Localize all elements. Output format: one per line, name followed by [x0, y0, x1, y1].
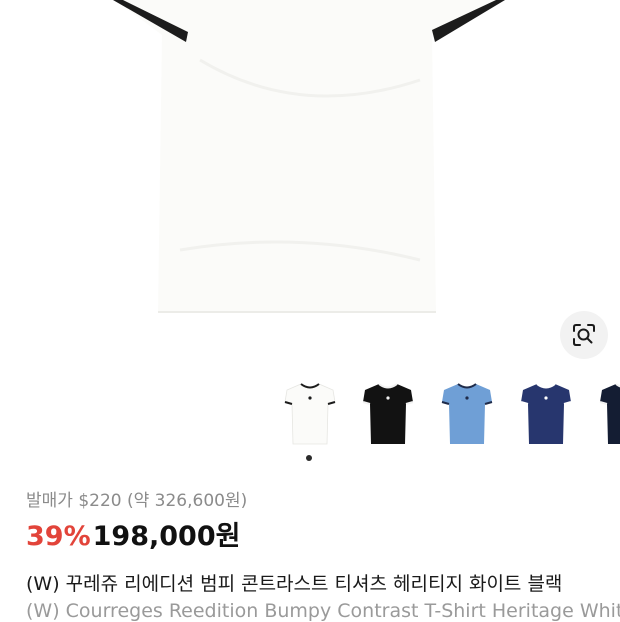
- visual-search-button[interactable]: [560, 311, 608, 359]
- thumbnail-black[interactable]: [358, 376, 418, 452]
- discount-rate: 39%: [26, 521, 91, 552]
- tshirt-image: [113, 0, 505, 313]
- thumbnail-white[interactable]: [280, 376, 340, 452]
- tshirt-thumbnail-icon: [284, 383, 336, 445]
- product-title-english: (W) Courreges Reedition Bumpy Contrast T…: [26, 600, 620, 622]
- price-row: 39%198,000원: [26, 514, 241, 552]
- thumbnail-light-blue[interactable]: [437, 376, 497, 452]
- product-hero-image[interactable]: [0, 0, 620, 365]
- tshirt-thumbnail-icon: [599, 383, 620, 444]
- thumbnail-navy[interactable]: [516, 376, 576, 452]
- tshirt-thumbnail-icon: [362, 383, 414, 444]
- tshirt-thumbnail-icon: [441, 383, 493, 444]
- carousel-indicator-active: [306, 455, 312, 461]
- thumbnail-strip: [0, 376, 620, 452]
- product-title-korean: (W) 꾸레쥬 리에디션 범피 콘트라스트 티셔츠 헤리티지 화이트 블랙: [26, 573, 563, 595]
- visual-search-icon: [573, 324, 595, 346]
- sale-price: 198,000원: [92, 521, 241, 552]
- retail-price: 발매가 $220 (약 326,600원): [26, 491, 248, 511]
- thumbnail-dark-navy[interactable]: [595, 376, 620, 452]
- tshirt-thumbnail-icon: [520, 383, 572, 444]
